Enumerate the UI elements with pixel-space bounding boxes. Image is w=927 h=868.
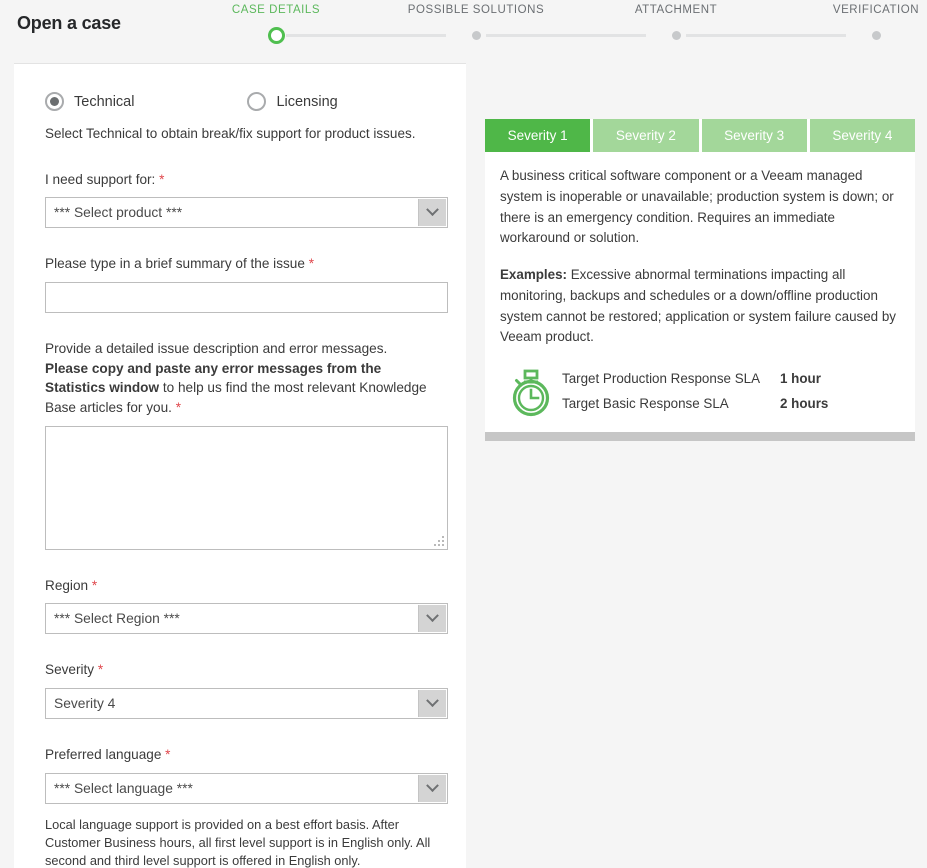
field-summary: Please type in a brief summary of the is…	[45, 254, 435, 313]
tab-severity-3[interactable]: Severity 3	[702, 119, 807, 152]
field-severity-label-text: Severity	[45, 662, 94, 677]
field-severity-required-marker: *	[98, 662, 103, 677]
field-description-label: Provide a detailed issue description and…	[45, 339, 435, 418]
severity-panel-footer-bar	[485, 432, 915, 441]
radio-technical-label: Technical	[74, 94, 134, 110]
tab-severity-3-label: Severity 3	[724, 128, 784, 143]
field-language-label: Preferred language *	[45, 745, 435, 765]
case-details-form-card: Technical Licensing Select Technical to …	[14, 63, 466, 868]
description-textarea-wrapper[interactable]	[45, 426, 448, 550]
stepper-step-attachment[interactable]: ATTACHMENT	[576, 0, 776, 16]
progress-stepper: CASE DETAILS POSSIBLE SOLUTIONS ATTACHME…	[238, 0, 903, 46]
stepper-label-verification: VERIFICATION	[776, 0, 927, 16]
field-product-label-text: I need support for:	[45, 172, 155, 187]
radio-licensing-icon[interactable]	[247, 92, 266, 111]
sla-rows: Target Production Response SLA 1 hour Ta…	[562, 367, 900, 417]
tab-severity-2[interactable]: Severity 2	[593, 119, 698, 152]
field-language-label-text: Preferred language	[45, 747, 161, 762]
field-language-required-marker: *	[165, 747, 170, 762]
stepper-connector-1	[286, 34, 446, 37]
tab-severity-4-label: Severity 4	[832, 128, 892, 143]
field-description: Provide a detailed issue description and…	[45, 339, 435, 550]
sla-row: Target Basic Response SLA 2 hours	[562, 392, 900, 417]
tab-severity-2-label: Severity 2	[616, 128, 676, 143]
language-note-text: Local language support is provided on a …	[45, 816, 435, 868]
description-textarea[interactable]	[46, 427, 447, 549]
sla-production-name: Target Production Response SLA	[562, 367, 780, 392]
field-summary-label: Please type in a brief summary of the is…	[45, 254, 435, 274]
stepper-dot-verification	[866, 25, 886, 45]
sla-block: Target Production Response SLA 1 hour Ta…	[500, 366, 900, 432]
field-region: Region * *** Select Region ***	[45, 576, 435, 635]
field-product-required-marker: *	[159, 172, 164, 187]
severity-tabs: Severity 1 Severity 2 Severity 3 Severit…	[485, 119, 915, 152]
severity-examples: Examples: Excessive abnormal termination…	[500, 265, 900, 348]
field-region-required-marker: *	[92, 578, 97, 593]
stepper-connector-3	[686, 34, 846, 37]
case-type-helper-text: Select Technical to obtain break/fix sup…	[45, 124, 435, 144]
radio-licensing[interactable]: Licensing	[247, 92, 337, 111]
page-title: Open a case	[17, 13, 121, 34]
field-product: I need support for: * *** Select product…	[45, 170, 435, 229]
stepper-label-possible-solutions: POSSIBLE SOLUTIONS	[376, 0, 576, 16]
radio-technical-icon[interactable]	[45, 92, 64, 111]
field-language: Preferred language * *** Select language…	[45, 745, 435, 868]
severity-select[interactable]: Severity 4	[45, 688, 448, 719]
page-header: Open a case CASE DETAILS POSSIBLE SOLUTI…	[0, 0, 927, 58]
region-select-value: *** Select Region ***	[46, 611, 180, 626]
resize-handle-icon[interactable]	[434, 536, 445, 547]
tab-severity-1[interactable]: Severity 1	[485, 119, 590, 152]
chevron-down-icon[interactable]	[418, 199, 446, 226]
field-product-label: I need support for: *	[45, 170, 435, 190]
stepper-step-case-details[interactable]: CASE DETAILS	[176, 0, 376, 16]
language-select[interactable]: *** Select language ***	[45, 773, 448, 804]
stepper-dot-possible-solutions	[466, 25, 486, 45]
stepper-step-possible-solutions[interactable]: POSSIBLE SOLUTIONS	[376, 0, 576, 16]
field-description-label-line1: Provide a detailed issue description and…	[45, 341, 387, 356]
severity-examples-label: Examples:	[500, 267, 567, 282]
severity-select-value: Severity 4	[46, 696, 115, 711]
language-select-value: *** Select language ***	[46, 781, 193, 796]
product-select[interactable]: *** Select product ***	[45, 197, 448, 228]
stepper-dot-attachment	[666, 25, 686, 45]
stepper-connector-2	[486, 34, 646, 37]
stepper-label-case-details: CASE DETAILS	[176, 0, 376, 16]
sla-basic-value: 2 hours	[780, 392, 828, 417]
radio-licensing-label: Licensing	[276, 94, 337, 110]
radio-technical[interactable]: Technical	[45, 92, 134, 111]
stepper-step-verification[interactable]: VERIFICATION	[776, 0, 927, 16]
severity-panel-body: A business critical software component o…	[485, 152, 915, 432]
sla-row: Target Production Response SLA 1 hour	[562, 367, 900, 392]
sla-production-value: 1 hour	[780, 367, 821, 392]
stopwatch-icon	[500, 366, 562, 418]
case-type-radio-group: Technical Licensing	[45, 92, 435, 111]
field-region-label: Region *	[45, 576, 435, 596]
tab-severity-1-label: Severity 1	[508, 128, 568, 143]
sla-basic-name: Target Basic Response SLA	[562, 392, 780, 417]
field-region-label-text: Region	[45, 578, 88, 593]
field-description-required-marker: *	[176, 400, 181, 415]
stepper-label-attachment: ATTACHMENT	[576, 0, 776, 16]
field-summary-label-text: Please type in a brief summary of the is…	[45, 256, 305, 271]
region-select[interactable]: *** Select Region ***	[45, 603, 448, 634]
page-content: Technical Licensing Select Technical to …	[0, 58, 927, 868]
field-severity: Severity * Severity 4	[45, 660, 435, 719]
chevron-down-icon[interactable]	[418, 605, 446, 632]
field-summary-required-marker: *	[309, 256, 314, 271]
summary-input[interactable]	[45, 282, 448, 313]
severity-description: A business critical software component o…	[500, 166, 900, 249]
tab-severity-4[interactable]: Severity 4	[810, 119, 915, 152]
stepper-dot-case-details	[266, 25, 286, 45]
product-select-value: *** Select product ***	[46, 205, 182, 220]
severity-info-panel: Severity 1 Severity 2 Severity 3 Severit…	[485, 119, 915, 441]
chevron-down-icon[interactable]	[418, 690, 446, 717]
field-severity-label: Severity *	[45, 660, 435, 680]
chevron-down-icon[interactable]	[418, 775, 446, 802]
